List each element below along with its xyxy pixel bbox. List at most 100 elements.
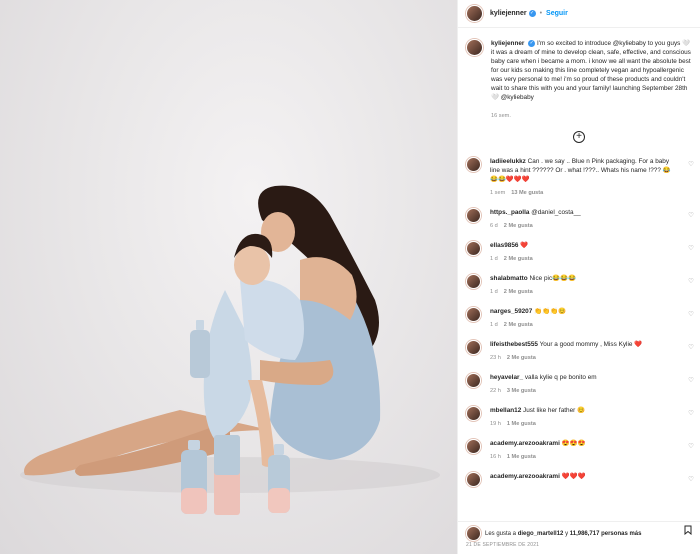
commenter-avatar[interactable] <box>466 406 481 421</box>
comment-likes[interactable]: 2 Me gusta <box>504 322 533 328</box>
comment-likes[interactable]: 1 Me gusta <box>507 454 536 460</box>
comment-text: Your a good mommy , Miss Kylie ❤️ <box>539 341 643 348</box>
comment-username[interactable]: mbellan12 <box>490 407 521 414</box>
comment-username[interactable]: academy.arezooakrami <box>490 440 560 447</box>
comment-row: narges_59207 👏👏👏😊 1 d 2 Me gusta ♡ <box>458 307 700 330</box>
likes-prefix: Les gusta a <box>485 530 517 537</box>
comment-username[interactable]: heyavelar_ <box>490 374 523 381</box>
likes-summary[interactable]: Les gusta a diego_martell12 y 11,986,717… <box>485 531 641 537</box>
comment-time: 6 d <box>490 223 498 229</box>
post-header: kyliejenner ✓ • Seguir <box>458 0 700 28</box>
comments-scroll[interactable]: kyliejenner ✓ I'm so excited to introduc… <box>458 29 700 521</box>
commenter-avatar[interactable] <box>466 373 481 388</box>
comment-meta: 1 d 2 Me gusta <box>490 288 678 297</box>
likes-count[interactable]: 11,986,717 personas más <box>570 531 642 537</box>
comment-meta: 1 d 2 Me gusta <box>490 321 678 330</box>
comment-row: academy.arezooakrami 😍😍😍 16 h 1 Me gusta ♡ <box>458 439 700 462</box>
comment-time: 1 d <box>490 322 498 328</box>
caption-avatar[interactable] <box>466 39 483 56</box>
comment-text: Just like her father 😊 <box>523 407 585 414</box>
comment-row: ladiieelukkz Can . we say .. Blue n Pink… <box>458 157 700 198</box>
commenter-avatar[interactable] <box>466 307 481 322</box>
comment-username[interactable]: ladiieelukkz <box>490 158 526 165</box>
like-heart-icon[interactable]: ♡ <box>688 277 694 285</box>
comment-row: shalabmatto Nice pic😂😂😂 1 d 2 Me gusta ♡ <box>458 274 700 297</box>
commenter-avatar[interactable] <box>466 472 481 487</box>
comment-meta: 6 d 2 Me gusta <box>490 222 678 231</box>
photo-illustration <box>20 185 440 515</box>
author-username[interactable]: kyliejenner <box>490 10 527 17</box>
comment-text: @daniel_costa__ <box>531 209 581 216</box>
comment-time: 1 sem <box>490 190 506 196</box>
comment-likes[interactable]: 2 Me gusta <box>507 355 536 361</box>
comment-likes[interactable]: 3 Me gusta <box>507 388 536 394</box>
caption-verified-icon: ✓ <box>528 39 536 47</box>
comment-row: ellas9856 ❤️ 1 d 2 Me gusta ♡ <box>458 241 700 264</box>
comment-meta: 1 sem 13 Me gusta <box>490 189 678 198</box>
comment-username[interactable]: narges_59207 <box>490 308 532 315</box>
commenter-avatar[interactable] <box>466 157 481 172</box>
comment-meta: 23 h 2 Me gusta <box>490 354 678 363</box>
like-heart-icon[interactable]: ♡ <box>688 310 694 318</box>
commenter-avatar[interactable] <box>466 340 481 355</box>
comment-text: 😍😍😍 <box>561 440 586 447</box>
commenter-avatar[interactable] <box>466 208 481 223</box>
comment-text: ❤️ <box>520 242 529 249</box>
comment-username[interactable]: lifeisthebest555 <box>490 341 538 348</box>
caption-time: 16 sem. <box>491 113 511 119</box>
comment-meta: 22 h 3 Me gusta <box>490 387 678 396</box>
post-photo[interactable] <box>0 0 457 554</box>
author-avatar[interactable] <box>466 5 483 22</box>
post-panel: kyliejenner ✓ • Seguir kyliejenner ✓ I'm… <box>457 0 700 554</box>
bookmark-icon[interactable] <box>684 525 692 537</box>
like-heart-icon[interactable]: ♡ <box>688 244 694 252</box>
comment-username[interactable]: academy.arezooakrami <box>490 473 560 480</box>
like-heart-icon[interactable]: ♡ <box>688 442 694 450</box>
comment-time: 16 h <box>490 454 501 460</box>
caption-username[interactable]: kyliejenner <box>491 40 524 47</box>
liker-username[interactable]: diego_martell12 <box>518 531 564 537</box>
comment-meta: 1 d 2 Me gusta <box>490 255 678 264</box>
likes-connector: y <box>565 530 569 537</box>
comment-time: 1 d <box>490 256 498 262</box>
comment-time: 23 h <box>490 355 501 361</box>
comment-likes[interactable]: 2 Me gusta <box>504 223 533 229</box>
comment-row: lifeisthebest555 Your a good mommy , Mis… <box>458 340 700 363</box>
comment-row: academy.arezooakrami ❤️❤️❤️ ♡ <box>458 472 700 495</box>
like-heart-icon[interactable]: ♡ <box>688 475 694 483</box>
load-more-comments-icon[interactable]: + <box>573 131 585 143</box>
commenter-avatar[interactable] <box>466 274 481 289</box>
comment-time: 1 d <box>490 289 498 295</box>
comment-row: heyavelar_ valla kylie q pe bonito em 22 … <box>458 373 700 396</box>
comment-text: 👏👏👏😊 <box>534 308 566 315</box>
like-heart-icon[interactable]: ♡ <box>688 409 694 417</box>
comment-likes[interactable]: 2 Me gusta <box>504 256 533 262</box>
comment-username[interactable]: https._paolla <box>490 209 529 216</box>
comment-likes[interactable]: 2 Me gusta <box>504 289 533 295</box>
comment-text: Nice pic😂😂😂 <box>529 275 577 282</box>
verified-badge-icon: ✓ <box>528 10 536 17</box>
comment-username[interactable]: ellas9856 <box>490 242 518 249</box>
caption-text: I'm so excited to introduce @kyliebaby t… <box>491 40 691 101</box>
caption: kyliejenner ✓ I'm so excited to introduc… <box>458 29 700 121</box>
comment-meta <box>490 486 678 495</box>
comment-username[interactable]: shalabmatto <box>490 275 528 282</box>
comment-meta: 19 h 1 Me gusta <box>490 420 678 429</box>
like-heart-icon[interactable]: ♡ <box>688 160 694 168</box>
comment-time: 22 h <box>490 388 501 394</box>
comment-time: 19 h <box>490 421 501 427</box>
like-heart-icon[interactable]: ♡ <box>688 211 694 219</box>
comment-text: ❤️❤️❤️ <box>561 473 586 480</box>
follow-button[interactable]: Seguir <box>546 10 568 17</box>
like-heart-icon[interactable]: ♡ <box>688 343 694 351</box>
comment-likes[interactable]: 13 Me gusta <box>511 190 543 196</box>
separator-dot: • <box>539 10 543 17</box>
commenter-avatar[interactable] <box>466 241 481 256</box>
comment-meta: 16 h 1 Me gusta <box>490 453 678 462</box>
comment-row: mbellan12 Just like her father 😊 19 h 1 Me… <box>458 406 700 429</box>
commenter-avatar[interactable] <box>466 439 481 454</box>
comment-likes[interactable]: 1 Me gusta <box>507 421 536 427</box>
liker-avatar[interactable] <box>466 526 481 541</box>
like-heart-icon[interactable]: ♡ <box>688 376 694 384</box>
comment-text: valla kylie q pe bonito em <box>524 374 597 381</box>
